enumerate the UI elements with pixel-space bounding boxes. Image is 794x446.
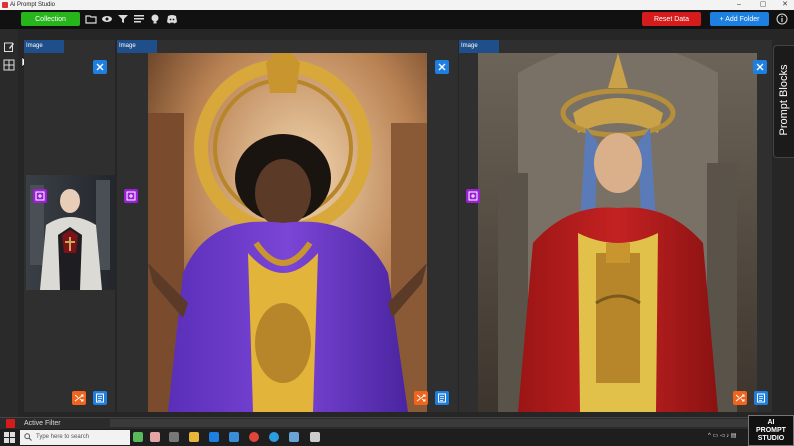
move-to-compare-button[interactable] bbox=[124, 189, 138, 203]
left-sidebar bbox=[0, 29, 18, 417]
grid-icon[interactable] bbox=[3, 59, 15, 71]
notes-icon bbox=[96, 393, 104, 403]
panel-header: Image bbox=[117, 40, 157, 53]
prompt-blocks-label: Prompt Blocks bbox=[778, 64, 790, 136]
close-icon bbox=[756, 63, 764, 71]
horizontal-scrollbar[interactable] bbox=[110, 419, 750, 427]
prompt-blocks-tab[interactable]: Prompt Blocks bbox=[773, 45, 794, 158]
taskbar-app-icon[interactable] bbox=[133, 432, 143, 442]
logo-line: PROMPT bbox=[756, 427, 786, 434]
close-window-button[interactable]: ✕ bbox=[774, 0, 794, 10]
taskbar-search-input[interactable]: Type here to search bbox=[20, 430, 130, 445]
app-icon bbox=[2, 2, 8, 8]
windows-start-icon[interactable] bbox=[4, 432, 15, 443]
search-placeholder: Type here to search bbox=[36, 434, 90, 440]
edge-app-icon[interactable] bbox=[269, 432, 279, 442]
lightbulb-icon[interactable] bbox=[149, 13, 161, 25]
folder-icon[interactable] bbox=[85, 13, 97, 25]
move-to-compare-button[interactable] bbox=[33, 189, 47, 203]
taskbar-app-icon[interactable] bbox=[209, 432, 219, 442]
reset-data-button[interactable]: Reset Data bbox=[642, 12, 701, 26]
window-titlebar: Ai Prompt Studio – ▢ ✕ bbox=[0, 0, 794, 10]
eye-icon[interactable] bbox=[101, 13, 113, 25]
shuffle-icon bbox=[74, 394, 84, 402]
search-icon bbox=[24, 433, 32, 441]
notes-button[interactable] bbox=[93, 391, 107, 405]
panel-header: Image bbox=[24, 40, 64, 53]
move-icon bbox=[468, 191, 478, 201]
shuffle-button[interactable] bbox=[733, 391, 747, 405]
notes-button[interactable] bbox=[435, 391, 449, 405]
filter-icon[interactable] bbox=[117, 13, 129, 25]
window-title: Ai Prompt Studio bbox=[10, 2, 56, 8]
logo-line: STUDIO bbox=[757, 435, 785, 442]
taskbar-app-icon[interactable] bbox=[289, 432, 299, 442]
logo-line: AI bbox=[767, 419, 775, 426]
shuffle-icon bbox=[735, 394, 745, 402]
panel-header: Image bbox=[459, 40, 499, 53]
close-icon bbox=[96, 63, 104, 71]
close-panel-button[interactable] bbox=[93, 60, 107, 74]
move-icon bbox=[126, 191, 136, 201]
portrait-image-2[interactable] bbox=[148, 53, 427, 412]
system-tray: ^ ▭ ◅ ♪ ▤ bbox=[708, 433, 737, 439]
list-icon[interactable] bbox=[133, 13, 145, 25]
shuffle-icon bbox=[416, 394, 426, 402]
shuffle-button[interactable] bbox=[72, 391, 86, 405]
move-icon bbox=[35, 191, 45, 201]
add-folder-button[interactable]: + Add Folder bbox=[710, 12, 769, 26]
notes-icon bbox=[438, 393, 446, 403]
collection-button[interactable]: Collection bbox=[21, 12, 80, 26]
taskbar-app-icon[interactable] bbox=[150, 432, 160, 442]
shuffle-button[interactable] bbox=[414, 391, 428, 405]
maximize-button[interactable]: ▢ bbox=[752, 0, 774, 10]
move-to-compare-button[interactable] bbox=[466, 189, 480, 203]
folder-app-icon[interactable] bbox=[189, 432, 199, 442]
taskbar-app-icon[interactable] bbox=[169, 432, 179, 442]
minimize-button[interactable]: – bbox=[728, 0, 750, 10]
clear-filter-button[interactable] bbox=[6, 419, 15, 428]
info-icon[interactable] bbox=[776, 13, 788, 25]
close-icon bbox=[438, 63, 446, 71]
notes-icon bbox=[757, 393, 765, 403]
discord-icon[interactable] bbox=[166, 13, 178, 25]
chrome-app-icon[interactable] bbox=[249, 432, 259, 442]
notes-button[interactable] bbox=[754, 391, 768, 405]
portrait-image-3[interactable] bbox=[478, 53, 757, 412]
taskbar-app-icon[interactable] bbox=[310, 432, 320, 442]
close-panel-button[interactable] bbox=[753, 60, 767, 74]
mail-app-icon[interactable] bbox=[229, 432, 239, 442]
active-filter-label: Active Filter bbox=[24, 420, 61, 427]
close-panel-button[interactable] bbox=[435, 60, 449, 74]
edit-icon[interactable] bbox=[3, 41, 15, 53]
ai-prompt-studio-logo: AI PROMPT STUDIO bbox=[748, 415, 794, 446]
